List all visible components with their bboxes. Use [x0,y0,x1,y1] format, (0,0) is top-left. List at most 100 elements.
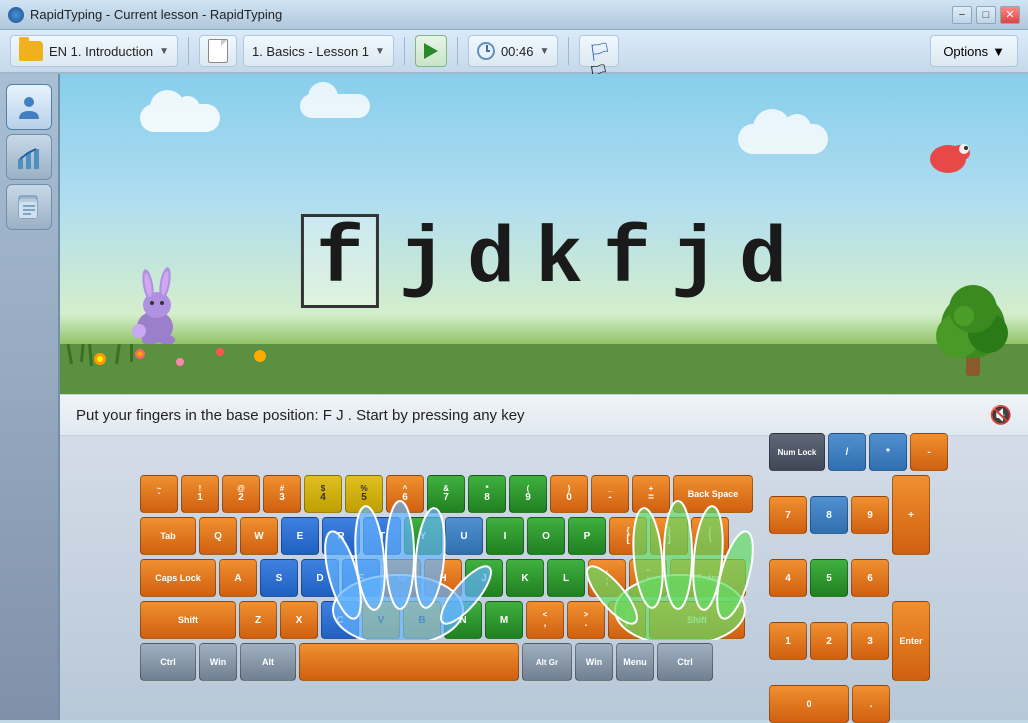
key-k[interactable]: K [506,559,544,597]
key-5[interactable]: %5 [345,475,383,513]
sidebar-item-lessons[interactable] [6,184,52,230]
key-6[interactable]: ^6 [386,475,424,513]
key-d[interactable]: D [301,559,339,597]
close-button[interactable]: ✕ [1000,6,1020,24]
doc-btn[interactable] [199,35,237,67]
key-8[interactable]: *8 [468,475,506,513]
key-e[interactable]: E [281,517,319,555]
key-s[interactable]: S [260,559,298,597]
toolbar: EN 1. Introduction ▼ 1. Basics - Lesson … [0,30,1028,74]
key-x[interactable]: X [280,601,318,639]
key-num-6[interactable]: 6 [851,559,889,597]
flag-button[interactable]: 🏳 [579,35,619,67]
speaker-icon[interactable]: 🔇 [990,405,1012,426]
key-lalt[interactable]: Alt [240,643,296,681]
key-c[interactable]: C [321,601,359,639]
key-lbracket[interactable]: {[ [609,517,647,555]
key-space[interactable] [299,643,519,681]
minimize-button[interactable]: − [952,6,972,24]
key-3[interactable]: #3 [263,475,301,513]
key-z[interactable]: Z [239,601,277,639]
key-j[interactable]: J [465,559,503,597]
key-0[interactable]: )0 [550,475,588,513]
key-period[interactable]: >. [567,601,605,639]
key-m[interactable]: M [485,601,523,639]
grass-area [60,344,1028,394]
key-equals[interactable]: += [632,475,670,513]
key-o[interactable]: O [527,517,565,555]
key-b[interactable]: B [403,601,441,639]
key-p[interactable]: P [568,517,606,555]
key-r[interactable]: R [322,517,360,555]
key-f[interactable]: F [342,559,380,597]
key-rshift[interactable]: Shift [649,601,745,639]
key-lctrl[interactable]: Ctrl [140,643,196,681]
course-selector[interactable]: EN 1. Introduction ▼ [10,35,178,67]
key-num-5[interactable]: 5 [810,559,848,597]
app-icon [8,7,24,23]
key-num-0[interactable]: 0 [769,685,849,723]
timer-display[interactable]: 00:46 ▼ [468,35,558,67]
maximize-button[interactable]: □ [976,6,996,24]
options-button[interactable]: Options ▼ [930,35,1018,67]
key-l[interactable]: L [547,559,585,597]
key-backtick[interactable]: ~` [140,475,178,513]
key-num-7[interactable]: 7 [769,496,807,534]
key-lwin[interactable]: Win [199,643,237,681]
lesson-area: f j d k f j d [60,74,1028,394]
lesson-selector[interactable]: 1. Basics - Lesson 1 ▼ [243,35,394,67]
key-w[interactable]: W [240,517,278,555]
key-9[interactable]: (9 [509,475,547,513]
key-num-8[interactable]: 8 [810,496,848,534]
key-n[interactable]: N [444,601,482,639]
key-num-enter[interactable]: Enter [892,601,930,681]
key-slash[interactable]: ?/ [608,601,646,639]
key-rctrl[interactable]: Ctrl [657,643,713,681]
key-2[interactable]: @2 [222,475,260,513]
flag-icon: 🏳 [588,42,610,60]
key-tab[interactable]: Tab [140,517,196,555]
play-button[interactable] [415,35,447,67]
key-num-star[interactable]: * [869,433,907,471]
key-g[interactable]: G [383,559,421,597]
key-backspace[interactable]: Back Space [673,475,753,513]
key-numlock[interactable]: Num Lock [769,433,825,471]
key-capslock[interactable]: Caps Lock [140,559,216,597]
key-h[interactable]: H [424,559,462,597]
key-u[interactable]: U [445,517,483,555]
numpad-row-top: Num Lock / * - [769,433,948,471]
key-num-minus[interactable]: - [910,433,948,471]
key-backslash[interactable]: |\ [691,517,729,555]
key-num-plus[interactable]: + [892,475,930,555]
char-4: k [535,221,583,301]
key-rwin[interactable]: Win [575,643,613,681]
key-num-9[interactable]: 9 [851,496,889,534]
key-enter[interactable]: Enter [670,559,746,597]
key-t[interactable]: T [363,517,401,555]
key-num-1[interactable]: 1 [769,622,807,660]
key-1[interactable]: !1 [181,475,219,513]
key-i[interactable]: I [486,517,524,555]
key-q[interactable]: Q [199,517,237,555]
bunny-decoration [115,257,195,352]
key-num-2[interactable]: 2 [810,622,848,660]
key-4[interactable]: $4 [304,475,342,513]
key-minus[interactable]: _- [591,475,629,513]
key-semicolon[interactable]: :; [588,559,626,597]
key-quote[interactable]: "' [629,559,667,597]
key-lshift[interactable]: Shift [140,601,236,639]
key-num-slash[interactable]: / [828,433,866,471]
key-7[interactable]: &7 [427,475,465,513]
key-rbracket[interactable]: }] [650,517,688,555]
key-num-4[interactable]: 4 [769,559,807,597]
sidebar-item-person[interactable] [6,84,52,130]
sidebar-item-stats[interactable] [6,134,52,180]
key-comma[interactable]: <, [526,601,564,639]
key-num-dot[interactable]: . [852,685,890,723]
key-ralt[interactable]: Alt Gr [522,643,572,681]
key-v[interactable]: V [362,601,400,639]
key-menu[interactable]: Menu [616,643,654,681]
key-num-3[interactable]: 3 [851,622,889,660]
key-a[interactable]: A [219,559,257,597]
key-y[interactable]: Y [404,517,442,555]
